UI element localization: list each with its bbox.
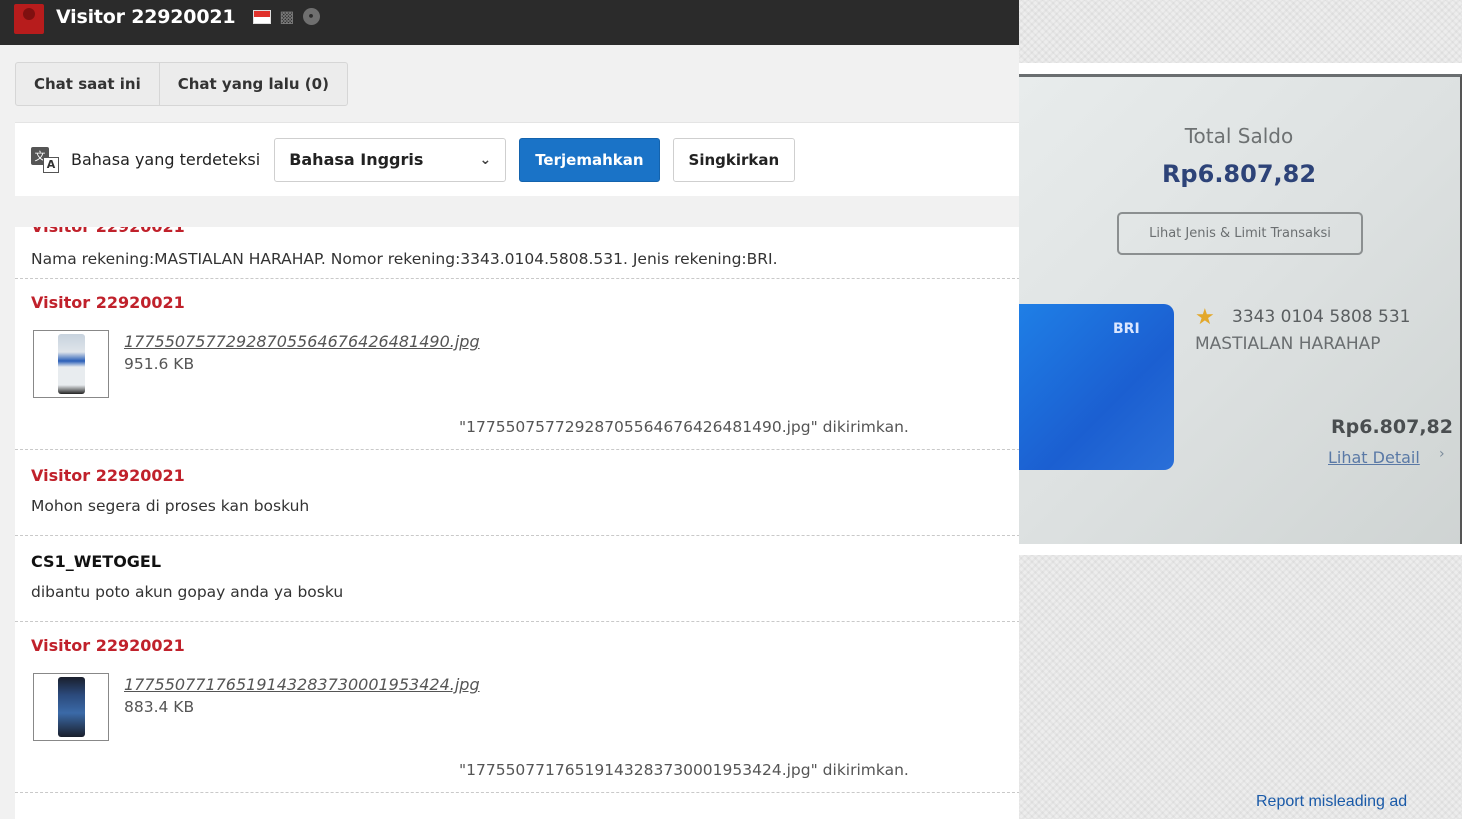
message-item: CS1_WETOGEL dibantu poto akun gopay anda…	[15, 536, 1019, 622]
file-size: 951.6 KB	[124, 355, 195, 373]
language-select[interactable]: Bahasa Inggris ⌄	[274, 137, 507, 182]
message-sender: Visitor 22920021	[31, 227, 1009, 236]
file-size: 883.4 KB	[124, 698, 195, 716]
tab-past-chats[interactable]: Chat yang lalu (0)	[158, 63, 347, 105]
report-ad-link[interactable]: Report misleading ad	[1256, 793, 1407, 811]
limit-transaction-button: Lihat Jenis & Limit Transaksi	[1117, 212, 1363, 255]
visitor-avatar	[14, 3, 44, 34]
message-item: Visitor 22920021 Mohon segera di proses …	[15, 450, 1019, 536]
message-item: Visitor 22920021 17755075772928705564676…	[15, 279, 1019, 450]
file-attachment: 1775507577292870556467642648149​0.jpg 95…	[33, 330, 1009, 398]
card-saldo: Rp6.807,82	[1331, 416, 1453, 438]
translate-button[interactable]: Terjemahkan	[519, 137, 660, 182]
file-thumbnail[interactable]	[33, 673, 109, 741]
file-link[interactable]: 1775507577292870556467642648149​0.jpg	[124, 332, 480, 351]
android-icon: ▩	[279, 7, 295, 26]
message-text: dibantu poto akun gopay anda ya bosku	[31, 583, 344, 601]
account-name: MASTIALAN HARAHAP	[1195, 334, 1381, 354]
file-attachment: 17755077176519143283730001953424.jpg 883…	[33, 673, 1009, 741]
status-dot-icon: •	[302, 8, 320, 25]
ad-panel: Total Saldo Rp6.807,82 Lihat Jenis & Lim…	[1019, 0, 1462, 819]
translate-icon: 文A	[31, 146, 59, 173]
bank-card: BRI	[1019, 304, 1174, 470]
message-item: Visitor 22920021 Nama rekening:MASTIALAN…	[15, 227, 1019, 279]
message-sender: Visitor 22920021	[31, 636, 185, 655]
chat-header: Visitor 22920021 ▩ •	[0, 0, 1019, 45]
language-select-value: Bahasa Inggris	[289, 150, 424, 169]
file-sent-note: "17755075772928705564676426481490.jpg" d…	[459, 418, 909, 436]
message-text: Nama rekening:MASTIALAN HARAHAP. Nomor r…	[31, 250, 778, 268]
message-text: Mohon segera di proses kan boskuh	[31, 497, 310, 515]
chat-tabs: Chat saat ini Chat yang lalu (0)	[15, 62, 348, 106]
translate-bar: 文A Bahasa yang terdeteksi Bahasa Inggris…	[15, 122, 1019, 196]
message-sender: Visitor 22920021	[31, 466, 185, 485]
star-icon: ★	[1195, 305, 1215, 330]
tab-current-chat[interactable]: Chat saat ini	[16, 63, 159, 105]
message-sender: CS1_WETOGEL	[31, 552, 162, 571]
total-saldo-label: Total Saldo	[1184, 124, 1294, 148]
file-sent-note: "17755077176519143283730001953424.jpg" d…	[459, 761, 909, 779]
flag-icon	[253, 9, 272, 24]
bri-logo: BRI	[1113, 321, 1140, 337]
account-number: 3343 0104 5808 531	[1232, 307, 1411, 327]
detected-language-label: Bahasa yang terdeteksi	[71, 150, 261, 169]
message-list: Visitor 22920021 Nama rekening:MASTIALAN…	[15, 227, 1019, 819]
chevron-right-icon: ›	[1439, 446, 1445, 462]
message-item: Visitor 22920021 17755077176519143283730…	[15, 622, 1019, 793]
message-sender: Visitor 22920021	[31, 293, 185, 312]
file-link[interactable]: 17755077176519143283730001953424.jpg	[124, 675, 480, 694]
visitor-title: Visitor 22920021	[56, 5, 236, 28]
chevron-down-icon: ⌄	[479, 151, 492, 168]
detail-link: Lihat Detail	[1328, 448, 1420, 467]
total-saldo-value: Rp6.807,82	[1161, 160, 1317, 188]
chat-app: Visitor 22920021 ▩ • Chat saat ini Chat …	[0, 0, 1019, 819]
file-thumbnail[interactable]	[33, 330, 109, 398]
dismiss-button[interactable]: Singkirkan	[672, 137, 796, 182]
